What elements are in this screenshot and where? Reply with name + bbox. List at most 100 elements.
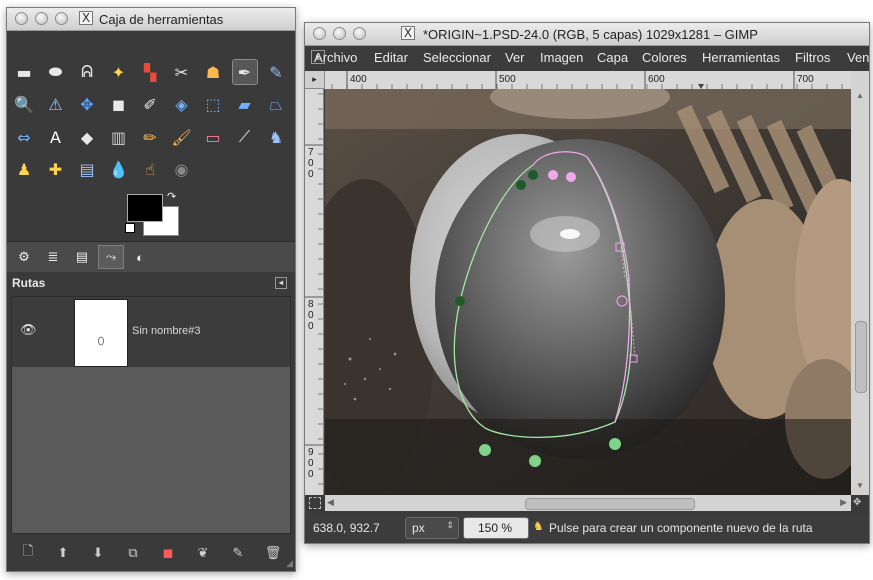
- smudge-icon[interactable]: ☝: [137, 157, 163, 183]
- chevron-updown-icon: ⇕: [446, 520, 454, 530]
- ruler-label: 400: [350, 74, 367, 85]
- rect-select-icon[interactable]: ▬: [11, 59, 37, 85]
- shear-icon[interactable]: ▰: [232, 92, 258, 118]
- fuzzy-select-icon[interactable]: ✦: [106, 59, 132, 85]
- list-item[interactable]: 👁 Sin nombre#3: [12, 297, 290, 367]
- path-name[interactable]: Sin nombre#3: [132, 325, 201, 337]
- ruler-label: 600: [648, 74, 665, 85]
- canvas-drawing: [325, 89, 851, 495]
- navigate-icon[interactable]: ✥: [853, 497, 861, 508]
- eraser-icon[interactable]: ▭: [200, 124, 226, 150]
- default-colors-icon[interactable]: [125, 223, 135, 233]
- color-area: ↷: [125, 190, 183, 238]
- image-window: X *ORIGIN~1.PSD-24.0 (RGB, 5 capas) 1029…: [304, 22, 870, 544]
- scissors-select-icon[interactable]: ✂: [169, 59, 195, 85]
- vertical-scrollbar[interactable]: ▲ ▼: [851, 71, 869, 495]
- color-picker-icon[interactable]: ✎: [263, 59, 289, 85]
- delete-path-button[interactable]: 🗑: [264, 544, 282, 562]
- image-title: *ORIGIN~1.PSD-24.0 (RGB, 5 capas) 1029x1…: [423, 27, 758, 42]
- rotate-icon[interactable]: ◈: [169, 92, 195, 118]
- ink-icon[interactable]: ♞: [263, 124, 289, 150]
- scale-icon[interactable]: ⬚: [200, 92, 226, 118]
- menu-item-ver[interactable]: Ver: [505, 50, 525, 65]
- measure-icon[interactable]: ⚠: [43, 92, 69, 118]
- quick-mask-icon[interactable]: [309, 497, 321, 509]
- paintbrush-icon[interactable]: 🖌: [169, 124, 195, 150]
- menu-item-archivo[interactable]: Archivo: [314, 50, 357, 65]
- horizontal-ruler[interactable]: 400 500 600 700: [325, 71, 851, 90]
- paths-button-bar: 🗋 ⬆ ⬇ ⧉ ◼ ❦ ✎ 🗑: [7, 536, 295, 570]
- zoom-select[interactable]: 150 % ⌄: [463, 517, 542, 539]
- tab-gradients[interactable]: ◐: [127, 245, 153, 269]
- toolbox-window: X Caja de herramientas ▬ ⬬ ᕱ ✦ ▚ ✂ ☗ ✒ ✎ 🔍 ⚠ ✥ ◼ ✐ ◈ ⬚ ▰…: [6, 7, 296, 572]
- horizontal-scrollbar[interactable]: ◀ ▶: [325, 495, 851, 511]
- text-icon[interactable]: A: [43, 124, 69, 150]
- blend-icon[interactable]: ▥: [106, 124, 132, 150]
- image-titlebar: X *ORIGIN~1.PSD-24.0 (RGB, 5 capas) 1029…: [305, 23, 869, 46]
- raise-path-button[interactable]: ⬆: [54, 544, 72, 562]
- crop-icon[interactable]: ✐: [137, 92, 163, 118]
- lower-path-button[interactable]: ⬇: [89, 544, 107, 562]
- menu-item-herramientas[interactable]: Herramientas: [702, 50, 780, 65]
- minimize-window-button[interactable]: [333, 27, 346, 40]
- clone-icon[interactable]: ♟: [11, 157, 37, 183]
- zoom-icon[interactable]: 🔍: [11, 92, 37, 118]
- hint-icon: ♞: [533, 519, 544, 533]
- vertical-scroll-thumb[interactable]: [855, 321, 867, 393]
- image-canvas[interactable]: [325, 89, 851, 495]
- move-icon[interactable]: ✥: [74, 92, 100, 118]
- panel-menu-icon[interactable]: ◂: [275, 277, 287, 289]
- ruler-label: 900: [308, 447, 314, 480]
- tab-tool-options[interactable]: ⚙: [11, 245, 37, 269]
- foreground-select-icon[interactable]: ☗: [200, 59, 226, 85]
- perspective-icon[interactable]: ⏢: [263, 92, 289, 118]
- minimize-window-button[interactable]: [35, 12, 48, 25]
- align-icon[interactable]: ◼: [106, 92, 132, 118]
- ellipse-select-icon[interactable]: ⬬: [43, 59, 69, 85]
- paint-along-path-button[interactable]: ✎: [229, 544, 247, 562]
- unit-select[interactable]: px ⇕: [405, 517, 459, 539]
- resize-grip-icon[interactable]: ◢: [286, 558, 293, 569]
- flip-icon[interactable]: ⇔: [11, 124, 37, 150]
- menu-item-editar[interactable]: Editar: [374, 50, 408, 65]
- close-window-button[interactable]: [15, 12, 28, 25]
- pencil-icon[interactable]: ✏: [137, 124, 163, 150]
- menu-item-colores[interactable]: Colores: [642, 50, 687, 65]
- horizontal-scroll-thumb[interactable]: [525, 498, 695, 510]
- paths-tool-icon[interactable]: ✒: [231, 59, 258, 85]
- color-select-icon[interactable]: ▚: [137, 59, 163, 85]
- tab-layers[interactable]: ≣: [40, 245, 66, 269]
- perspective-clone-icon[interactable]: ▤: [74, 157, 100, 183]
- zoom-window-button[interactable]: [353, 27, 366, 40]
- status-bar: 638.0, 932.7 px ⇕ 150 % ⌄ ♞ Pulse para c…: [305, 513, 869, 543]
- zoom-window-button[interactable]: [55, 12, 68, 25]
- ruler-corner[interactable]: ▸: [305, 71, 325, 89]
- heal-icon[interactable]: ✚: [43, 157, 69, 183]
- paths-list: 👁 Sin nombre#3: [11, 296, 291, 534]
- dodge-burn-icon[interactable]: ◉: [169, 157, 195, 183]
- duplicate-path-button[interactable]: ⧉: [124, 544, 142, 562]
- foreground-color-swatch[interactable]: [127, 194, 163, 222]
- path-thumbnail: [74, 299, 128, 367]
- tab-channels[interactable]: ▤: [69, 245, 95, 269]
- menu-item-seleccionar[interactable]: Seleccionar: [423, 50, 491, 65]
- vertical-ruler[interactable]: 700 800 900: [305, 89, 324, 495]
- toolbox-titlebar: X Caja de herramientas: [7, 8, 295, 31]
- bucket-fill-icon[interactable]: ◆: [74, 124, 100, 150]
- menu-item-ven[interactable]: Ven: [847, 50, 869, 65]
- path-to-selection-button[interactable]: ◼: [159, 544, 177, 562]
- blur-icon[interactable]: 💧: [106, 157, 132, 183]
- ruler-label: 700: [797, 74, 814, 85]
- selection-to-path-button[interactable]: ❦: [194, 544, 212, 562]
- menu-item-filtros[interactable]: Filtros: [795, 50, 830, 65]
- close-window-button[interactable]: [313, 27, 326, 40]
- new-path-button[interactable]: 🗋: [19, 544, 37, 562]
- menu-item-imagen[interactable]: Imagen: [540, 50, 583, 65]
- tab-paths[interactable]: ⤳: [98, 245, 124, 269]
- menu-bar: ▸ Archivo Editar Seleccionar Ver Imagen Capa C…: [305, 46, 869, 68]
- airbrush-icon[interactable]: ⟋: [232, 124, 258, 150]
- visibility-eye-icon[interactable]: 👁: [20, 323, 37, 338]
- free-select-icon[interactable]: ᕱ: [74, 59, 100, 85]
- swap-colors-icon[interactable]: ↷: [167, 190, 176, 203]
- menu-item-capa[interactable]: Capa: [597, 50, 628, 65]
